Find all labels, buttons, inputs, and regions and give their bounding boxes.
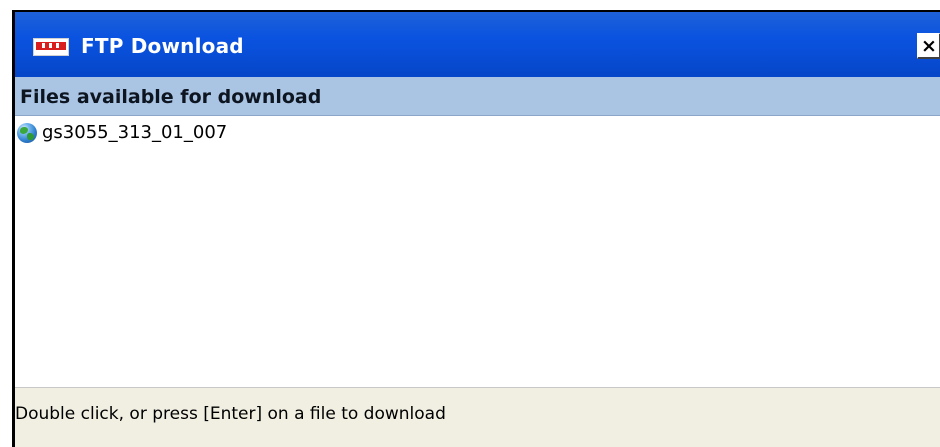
status-bar: Double click, or press [Enter] on a file… [15, 388, 940, 447]
close-button[interactable]: × [917, 33, 940, 59]
app-icon [33, 38, 69, 56]
screen: FTP Download × Files available for downl… [0, 0, 940, 447]
list-header-title: Files available for download [20, 86, 322, 108]
file-list[interactable]: gs3055_313_01_007 [15, 116, 940, 388]
window-title: FTP Download [81, 34, 244, 58]
ftp-download-window: FTP Download × Files available for downl… [12, 10, 940, 447]
file-name: gs3055_313_01_007 [42, 122, 228, 143]
title-bar[interactable]: FTP Download × [15, 12, 940, 77]
status-text: Double click, or press [Enter] on a file… [15, 404, 446, 424]
globe-icon [17, 123, 37, 143]
list-header: Files available for download [15, 77, 940, 116]
close-icon: × [921, 35, 937, 57]
list-item-file[interactable]: gs3055_313_01_007 [15, 120, 315, 144]
